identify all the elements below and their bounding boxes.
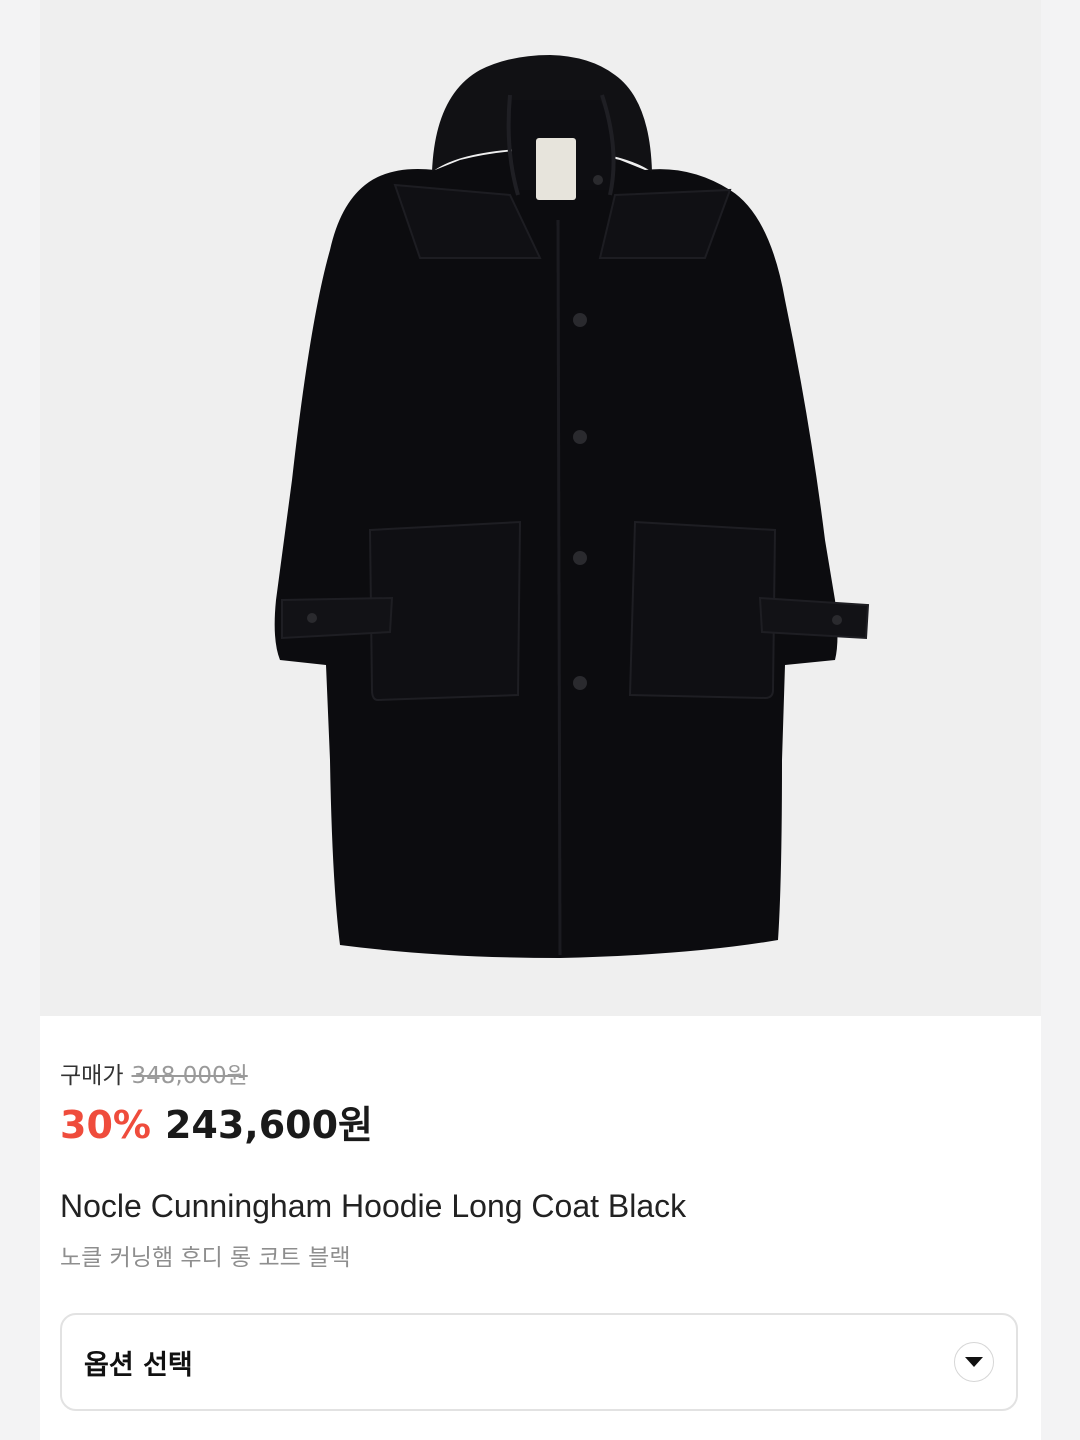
sale-price-row: 30% 243,600원 — [60, 1094, 1020, 1149]
product-name-en: Nocle Cunningham Hoodie Long Coat Black — [60, 1188, 687, 1224]
option-select[interactable]: 옵션 선택 — [60, 1313, 1018, 1411]
price-section: 구매가 348,000원 30% 243,600원 — [60, 1056, 1020, 1149]
discount-rate: 30% — [60, 1103, 151, 1147]
coat-illustration — [274, 55, 870, 958]
product-name-ko: 노클 커닝햄 후디 롱 코트 블랙 — [60, 1245, 351, 1271]
price-label: 구매가 — [60, 1063, 124, 1089]
chevron-down-icon[interactable] — [954, 1342, 994, 1382]
sale-price: 243,600원 — [164, 1103, 374, 1147]
product-page: 구매가 348,000원 30% 243,600원 Nocle Cunningh… — [40, 0, 1041, 1440]
product-image[interactable] — [40, 0, 1041, 1016]
original-price: 348,000원 — [131, 1063, 248, 1089]
original-price-row: 구매가 348,000원 — [60, 1056, 1020, 1092]
option-select-label: 옵션 선택 — [84, 1349, 193, 1381]
